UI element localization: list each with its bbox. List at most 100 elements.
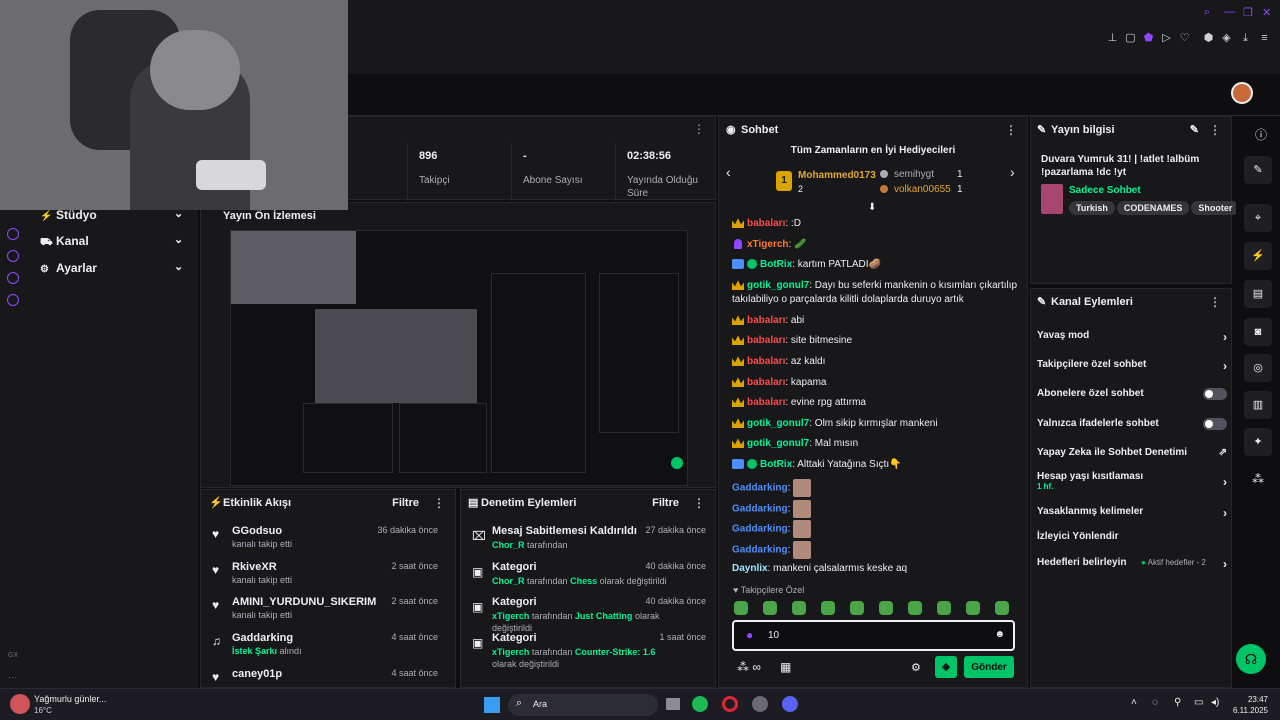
app-icon[interactable] [752,696,768,712]
extensions-icon[interactable]: ⬢ [1202,32,1215,45]
chat-username[interactable]: gotik_gonul7 [747,280,809,291]
action-raid[interactable]: İzleyici Yönlendir [1037,531,1227,542]
pin-icon[interactable]: ⊥ [1106,32,1119,45]
play-icon[interactable]: ▷ [1160,32,1173,45]
rail-icon[interactable] [7,272,19,284]
rail-icon[interactable] [7,250,19,262]
download-icon[interactable]: ⤓ [1239,32,1252,45]
close-icon[interactable]: ✕ [1262,6,1271,19]
chat-username[interactable]: Gaddarking [732,483,788,494]
chat-username[interactable]: babaları [747,377,785,388]
chat-message[interactable]: Gaddarking: [732,479,1022,497]
action-ai-moderation[interactable]: Yapay Zeka ile Sohbet Denetimi ⇗ [1037,447,1227,458]
action-followers-only[interactable]: Takipçilere özel sohbet › [1037,359,1227,373]
points-icon[interactable]: ⁂ ∞ [737,660,761,674]
emote-button[interactable] [792,601,806,615]
edit-icon[interactable]: ✎ [1244,156,1272,184]
nav-channel[interactable]: ⛟ Kanal ⌄ [40,234,183,250]
chat-username[interactable]: gotik_gonul7 [747,438,809,449]
chat-username[interactable]: Gaddarking [732,545,788,556]
more-options-icon[interactable]: ⋮ [433,490,445,516]
chat-message[interactable]: BotRix: kartım PATLADI🥔 [732,258,1022,272]
tag[interactable]: Shooter [1191,201,1240,215]
menu-icon[interactable]: ≡ [1258,32,1271,45]
chat-message[interactable]: gotik_gonul7: Mal mısın [732,437,1022,451]
gear-icon[interactable]: ⚙ [911,661,921,674]
search-icon[interactable]: ⌕ [1204,6,1210,19]
volume-icon[interactable]: ◂) [1211,697,1219,708]
action-account-age[interactable]: Hesap yaşı kısıtlaması 1 hf. › [1037,471,1227,491]
chat-username[interactable]: babaları [747,218,785,229]
rail-icon[interactable] [7,228,19,240]
shield-icon[interactable]: ⬟ [1142,32,1155,45]
emoji-icon[interactable]: ☻ [994,629,1005,640]
chat-message[interactable]: BotRix: Alttaki Yatağına Sıçtı👇 [732,458,1022,472]
edit-icon[interactable]: ✎ [1190,117,1199,143]
pinned-expand-icon[interactable]: ⬇ [868,202,876,213]
bot-icon[interactable]: ◆ [935,656,957,678]
nav-studio[interactable]: ⚡ Stüdyo ⌄ [40,208,183,222]
maximize-icon[interactable]: ❐ [1243,6,1253,19]
chat-message[interactable]: Gaddarking: [732,500,1022,518]
chat-message[interactable]: Daynlix: mankeni çalsalarmıs keske aq [732,562,1022,576]
clip-icon[interactable]: ⌖ [1244,204,1272,232]
more-options-icon[interactable]: ⋮ [1209,117,1221,143]
chat-username[interactable]: Gaddarking [732,524,788,535]
category-link[interactable]: Sadece Sohbet [1069,185,1141,196]
action-slow-mode[interactable]: Yavaş mod › [1037,330,1227,344]
heart-icon[interactable]: ♡ [1178,32,1191,45]
tag[interactable]: Turkish [1069,201,1115,215]
spotify-icon[interactable] [692,696,708,712]
chat-message[interactable]: gotik_gonul7: Olm sikip kırmışlar manken… [732,417,1022,431]
chat-username[interactable]: BotRix [760,259,792,270]
chat-message[interactable]: babaları: kapama [732,376,1022,390]
store-icon[interactable]: ▦ [780,660,791,674]
windows-start-icon[interactable] [484,697,500,713]
emote-button[interactable] [908,601,922,615]
chat-username[interactable]: Gaddarking [732,504,788,515]
bolt-icon[interactable]: ⚡ [1244,242,1272,270]
filter-button[interactable]: Filtre [392,490,419,516]
more-options-icon[interactable]: ⋮ [1209,289,1221,315]
tag[interactable]: CODENAMES [1116,201,1190,215]
layout-icon[interactable]: ▥ [1244,391,1272,419]
discord-icon[interactable] [782,696,798,712]
minimize-icon[interactable]: — [1224,6,1235,18]
rail-icon[interactable] [7,294,19,306]
support-icon[interactable]: ☊ [1236,644,1266,674]
info-icon[interactable]: ⓘ [1255,126,1267,143]
emote-button[interactable] [995,601,1009,615]
broadcast-icon[interactable]: ◎ [1244,354,1272,382]
mic-icon[interactable]: ⚲ [1174,697,1181,708]
emote-button[interactable] [879,601,893,615]
opera-gx-icon[interactable] [722,696,738,712]
filter-button[interactable]: Filtre [652,490,679,516]
weather-icon[interactable] [10,694,30,714]
tray-chevron-icon[interactable]: ˄ [1131,697,1137,708]
more-icon[interactable]: ··· [8,672,17,682]
weather-title[interactable]: Yağmurlu günler... [34,694,106,704]
chat-username[interactable]: babaları [747,315,785,326]
extensions-icon[interactable]: ⁂ [1252,472,1264,486]
tray-icon[interactable]: ◌ [1152,697,1158,708]
emote-button[interactable] [850,601,864,615]
emote-button[interactable] [937,601,951,615]
chat-message[interactable]: babaları: az kaldı [732,355,1022,369]
chat-username[interactable]: BotRix [760,459,792,470]
chat-message[interactable]: Gaddarking: [732,520,1022,538]
nav-settings[interactable]: ⚙ Ayarlar ⌄ [40,261,183,275]
more-options-icon[interactable]: ⋮ [693,490,705,516]
more-options-icon[interactable]: ⋮ [693,122,705,136]
chevron-left-icon[interactable]: ‹ [726,164,731,180]
chat-message[interactable]: babaları: abi [732,314,1022,328]
category-thumbnail[interactable] [1041,184,1063,214]
notes-icon[interactable]: ▤ [1244,280,1272,308]
network-icon[interactable]: ▭ [1194,697,1203,708]
chat-username[interactable]: gotik_gonul7 [747,418,809,429]
subscribers-only-toggle[interactable] [1203,388,1227,400]
emote-only-toggle[interactable] [1203,418,1227,430]
chat-message[interactable]: babaları: site bitmesine [732,334,1022,348]
emote-button[interactable] [966,601,980,615]
emote-button[interactable] [821,601,835,615]
more-options-icon[interactable]: ⋮ [1005,117,1017,143]
